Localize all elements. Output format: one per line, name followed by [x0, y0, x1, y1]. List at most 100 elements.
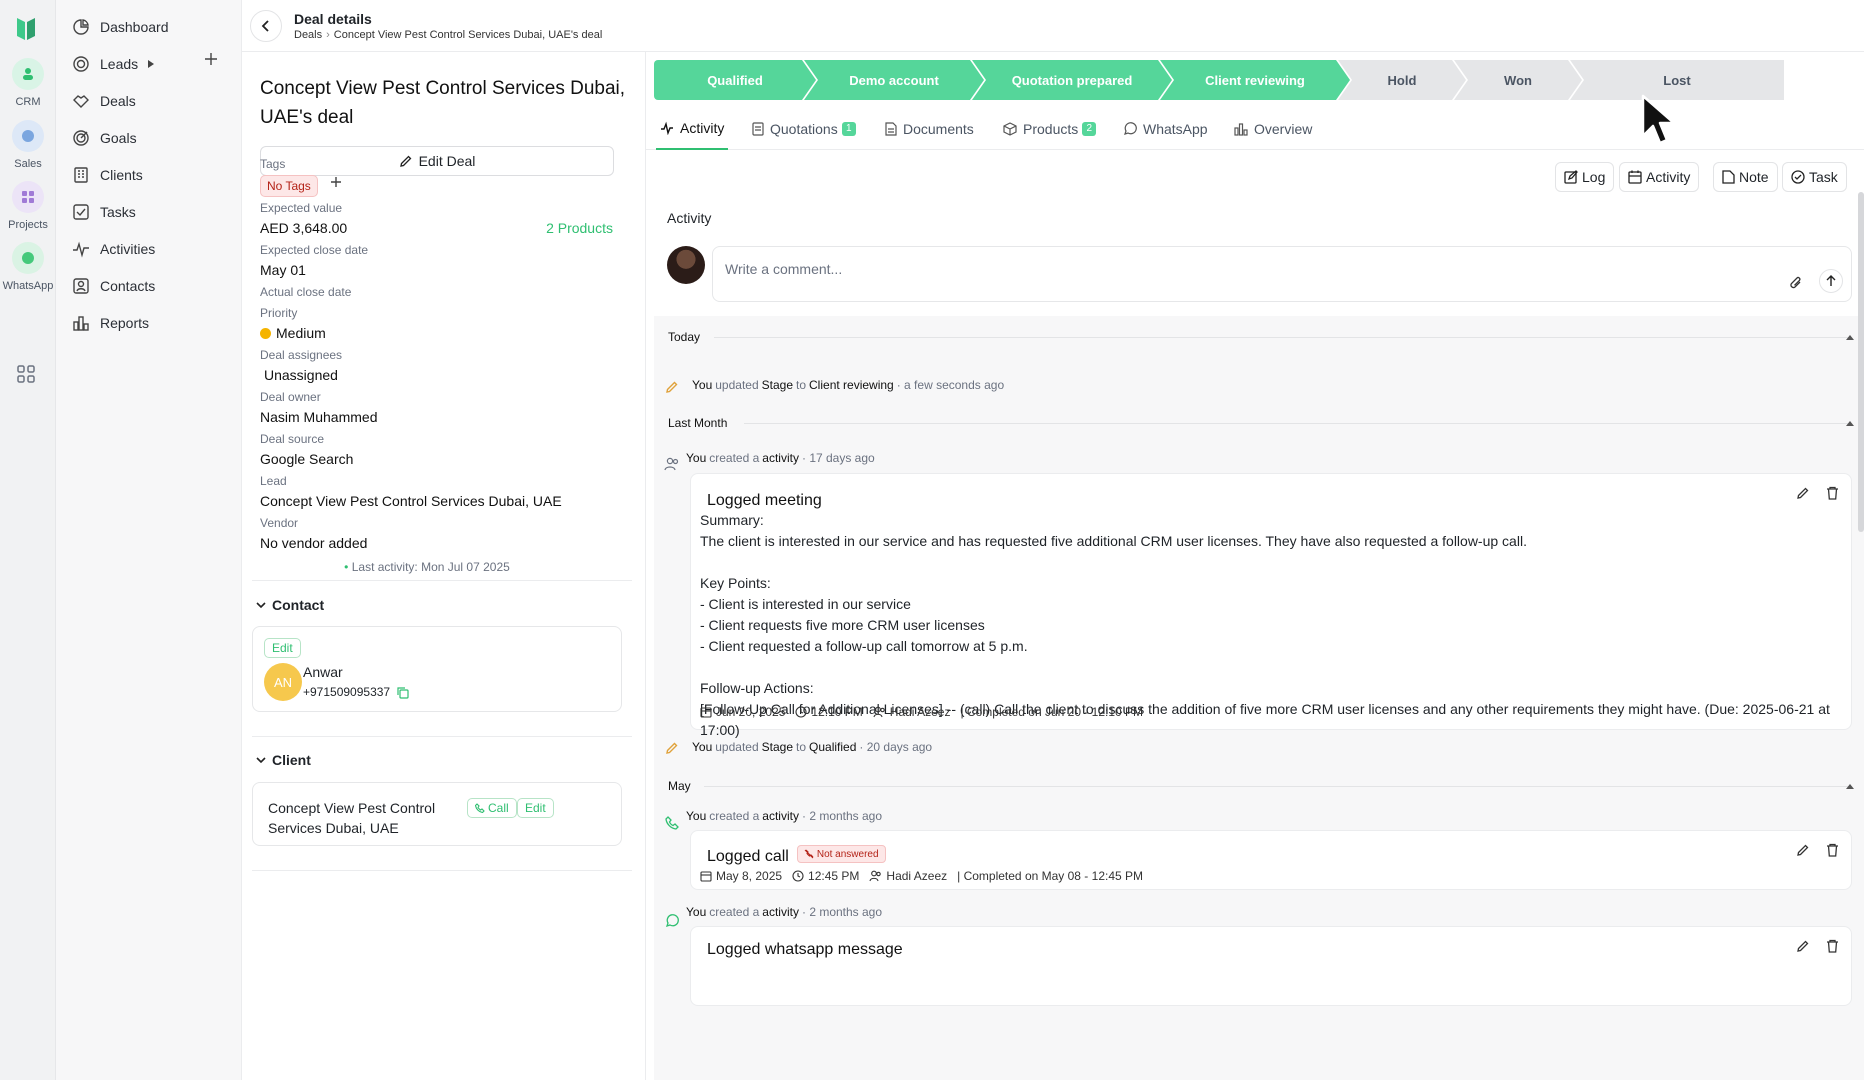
add-lead-button[interactable] — [204, 52, 218, 66]
tab-overview[interactable]: Overview — [1234, 108, 1312, 150]
nav-item-dashboard[interactable]: Dashboard — [72, 15, 169, 39]
client-section-title: Client — [272, 752, 311, 768]
add-tag-button[interactable] — [330, 176, 342, 188]
task-label: Task — [1809, 169, 1838, 185]
app-logo-icon[interactable] — [14, 14, 40, 42]
attachment-icon[interactable] — [1789, 275, 1803, 291]
tab-activity[interactable]: Activity — [656, 108, 729, 150]
stage-qualified[interactable]: Qualified — [654, 60, 816, 100]
collapse-today-icon[interactable] — [1846, 335, 1854, 340]
crm-icon — [12, 58, 44, 90]
trash-icon[interactable] — [1826, 843, 1839, 857]
tab-label: Activity — [680, 120, 725, 136]
note-icon — [1722, 170, 1735, 184]
edit-pencil-icon[interactable] — [1796, 939, 1810, 953]
whatsapp-icon — [1124, 122, 1137, 135]
back-button[interactable] — [250, 10, 282, 42]
chevron-down-icon — [256, 602, 266, 609]
stage-client-reviewing[interactable]: Client reviewing — [1160, 60, 1350, 100]
expected-close-label: Expected close date — [260, 243, 369, 257]
log-label: Log — [1582, 169, 1606, 185]
rail-app-crm[interactable]: CRM — [0, 58, 56, 108]
tab-documents[interactable]: Documents — [885, 108, 974, 150]
nav-item-goals[interactable]: Goals — [72, 126, 137, 150]
page-title: Deal details — [294, 11, 372, 27]
edit-pencil-icon[interactable] — [1796, 486, 1810, 500]
trash-icon[interactable] — [1826, 939, 1839, 953]
client-name[interactable]: Concept View Pest Control Services Dubai… — [268, 798, 448, 838]
task-button[interactable]: Task — [1782, 162, 1847, 192]
tab-quotations[interactable]: Quotations 1 — [752, 108, 856, 150]
add-activity-button[interactable]: Activity — [1619, 162, 1700, 192]
phone-missed-icon — [804, 849, 814, 859]
tab-products[interactable]: Products 2 — [1003, 108, 1097, 150]
edit-deal-label: Edit Deal — [418, 153, 476, 169]
edit-pencil-icon[interactable] — [1796, 843, 1810, 857]
breadcrumb: Deals › Concept View Pest Control Services… — [294, 29, 602, 41]
nav-item-clients[interactable]: Clients — [72, 163, 143, 187]
card-title: Logged call Not answered — [707, 845, 886, 866]
last-activity-text: Last activity: Mon Jul 07 2025 — [351, 560, 510, 574]
scrollbar[interactable] — [1858, 192, 1864, 532]
client-card: Concept View Pest Control Services Dubai… — [252, 782, 622, 846]
contact-edit-button[interactable]: Edit — [264, 638, 301, 658]
rail-app-sales[interactable]: Sales — [0, 120, 56, 170]
log-button[interactable]: Log — [1555, 162, 1615, 192]
source-label: Deal source — [260, 432, 325, 446]
last-activity: • Last activity: Mon Jul 07 2025 — [344, 560, 510, 574]
nav-item-leads[interactable]: Leads — [72, 52, 155, 76]
priority-text: Medium — [276, 325, 326, 341]
deal-tabs: Activity Quotations 1 Documents Products 2… — [646, 108, 1864, 150]
client-call-button[interactable]: Call — [467, 798, 517, 818]
stage-won[interactable]: Won — [1454, 60, 1582, 100]
calendar-icon — [1628, 170, 1642, 184]
rail-app-projects[interactable]: Projects — [0, 181, 56, 231]
nav-item-tasks[interactable]: Tasks — [72, 200, 136, 224]
nav-item-deals[interactable]: Deals — [72, 89, 136, 113]
collapse-last-month-icon[interactable] — [1846, 421, 1854, 426]
contact-avatar: AN — [264, 663, 302, 701]
contact-name[interactable]: Anwar — [303, 664, 343, 680]
nav-item-contacts[interactable]: Contacts — [72, 274, 155, 298]
priority-value[interactable]: Medium — [260, 325, 326, 341]
contact-card: Edit AN Anwar +971509095337 — [252, 626, 622, 712]
collapse-may-icon[interactable] — [1846, 784, 1854, 789]
arrow-up-icon — [1826, 275, 1836, 286]
copy-icon[interactable] — [396, 686, 409, 699]
rail-app-label: Projects — [8, 219, 48, 231]
tag-badge: No Tags — [260, 175, 318, 197]
comment-input[interactable]: Write a comment... — [712, 246, 1852, 302]
contact-card-icon — [73, 278, 89, 294]
tab-whatsapp[interactable]: WhatsApp — [1123, 108, 1208, 150]
contact-section-toggle[interactable]: Contact — [256, 597, 324, 613]
rail-app-label: Sales — [14, 158, 42, 170]
logged-call-card: Logged call Not answered May 8, 2025 12:4… — [690, 830, 1852, 890]
tab-label: Overview — [1254, 121, 1313, 137]
main-panel: Qualified Demo account Quotation prepared C… — [646, 52, 1864, 1080]
stage-hold[interactable]: Hold — [1338, 60, 1466, 100]
rail-app-whatsapp[interactable]: WhatsApp — [0, 242, 56, 292]
app-grid-icon[interactable] — [16, 364, 36, 384]
client-edit-button[interactable]: Edit — [517, 798, 554, 818]
stage-demo-account[interactable]: Demo account — [804, 60, 984, 100]
products-link[interactable]: 2 Products — [546, 220, 613, 236]
nav-item-activities[interactable]: Activities — [72, 237, 155, 261]
nav-item-label: Clients — [100, 167, 143, 183]
assignees-value[interactable]: Unassigned — [264, 367, 338, 383]
edit-deal-button[interactable]: Edit Deal — [260, 146, 614, 176]
send-comment-button[interactable] — [1819, 269, 1843, 293]
checkbox-icon — [73, 204, 89, 220]
stage-quotation-prepared[interactable]: Quotation prepared — [972, 60, 1172, 100]
caret-right-icon — [148, 60, 155, 68]
client-section-toggle[interactable]: Client — [256, 752, 311, 768]
stage-lost[interactable]: Lost — [1570, 60, 1784, 100]
users-icon — [869, 870, 882, 882]
nav-item-reports[interactable]: Reports — [72, 311, 149, 335]
breadcrumb-deals-link[interactable]: Deals — [294, 29, 322, 41]
page-header: Deal details Deals › Concept View Pest Con… — [242, 0, 1864, 52]
lead-value[interactable]: Concept View Pest Control Services Dubai… — [260, 493, 562, 509]
note-button[interactable]: Note — [1713, 162, 1778, 192]
vendor-value: No vendor added — [260, 535, 368, 551]
clock-icon — [795, 706, 807, 718]
trash-icon[interactable] — [1826, 486, 1839, 500]
